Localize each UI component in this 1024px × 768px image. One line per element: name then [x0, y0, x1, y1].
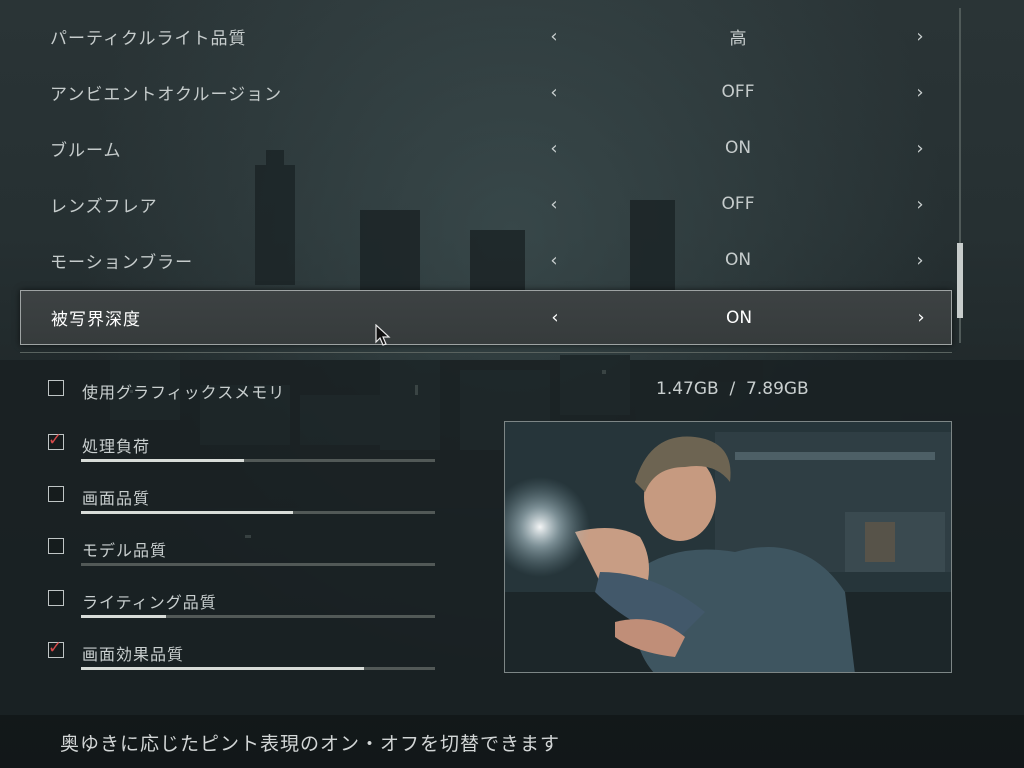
load-bar-fill: [81, 511, 294, 514]
game-options-screen: パーティクルライト品質 ‹ 高 › アンビエントオクルージョン ‹ OFF › …: [0, 0, 1024, 768]
chevron-left-icon[interactable]: ‹: [545, 307, 565, 328]
setting-label: 被写界深度: [51, 310, 141, 330]
screen-quality-checkbox[interactable]: [48, 486, 64, 502]
chevron-left-icon[interactable]: ‹: [544, 250, 564, 271]
load-bar: [81, 511, 435, 514]
setting-value: OFF: [721, 194, 755, 214]
help-description: 奥ゆきに応じたピント表現のオン・オフを切替できます: [60, 733, 561, 755]
setting-value: ON: [724, 138, 752, 158]
load-item-screen-quality: 画面品質: [48, 484, 438, 524]
chevron-left-icon[interactable]: ‹: [544, 82, 564, 103]
setting-label: ブルーム: [50, 140, 122, 161]
chevron-left-icon[interactable]: ‹: [544, 194, 564, 215]
mouse-cursor-icon: [375, 324, 391, 346]
load-bar: [81, 615, 435, 618]
graphics-memory-row: 使用グラフィックスメモリ 1.47GB / 7.89GB: [48, 378, 848, 402]
chevron-right-icon[interactable]: ›: [910, 138, 930, 159]
model-quality-checkbox[interactable]: [48, 538, 64, 554]
screen-effect-quality-checkbox[interactable]: ✓: [48, 638, 64, 658]
load-item-label: ライティング品質: [82, 593, 217, 612]
chevron-right-icon[interactable]: ›: [911, 307, 931, 328]
lighting-quality-checkbox[interactable]: [48, 590, 64, 606]
load-bar-fill: [81, 459, 244, 462]
setting-row-ambient-occlusion[interactable]: アンビエントオクルージョン ‹ OFF ›: [20, 64, 952, 120]
setting-label: レンズフレア: [50, 196, 158, 217]
setting-value: ON: [724, 250, 752, 270]
setting-label: アンビエントオクルージョン: [50, 84, 283, 105]
preview-image: [504, 421, 952, 673]
load-bar: [81, 459, 435, 462]
load-item-label: 処理負荷: [82, 437, 151, 456]
chevron-right-icon[interactable]: ›: [910, 82, 930, 103]
setting-row-motion-blur[interactable]: モーションブラー ‹ ON ›: [20, 232, 952, 288]
graphics-settings-list: パーティクルライト品質 ‹ 高 › アンビエントオクルージョン ‹ OFF › …: [20, 8, 952, 345]
section-divider: [20, 352, 952, 353]
chevron-left-icon[interactable]: ‹: [544, 138, 564, 159]
vram-checkbox[interactable]: [48, 380, 64, 396]
load-bar-fill: [81, 667, 365, 670]
chevron-right-icon[interactable]: ›: [910, 26, 930, 47]
character-preview-illustration: [505, 422, 951, 672]
setting-value: 高: [729, 28, 747, 49]
load-item-model-quality: モデル品質: [48, 536, 438, 576]
vram-value: 1.47GB / 7.89GB: [656, 379, 809, 399]
check-icon: ✓: [48, 430, 63, 450]
setting-row-particle-light-quality[interactable]: パーティクルライト品質 ‹ 高 ›: [20, 8, 952, 64]
setting-label: パーティクルライト品質: [50, 28, 247, 49]
load-bar: [81, 667, 435, 670]
load-item-lighting-quality: ライティング品質: [48, 588, 438, 628]
setting-value: ON: [725, 307, 753, 328]
setting-row-bloom[interactable]: ブルーム ‹ ON ›: [20, 120, 952, 176]
chevron-left-icon[interactable]: ‹: [544, 26, 564, 47]
load-item-processing-load: ✓ 処理負荷: [48, 430, 438, 472]
load-bar: [81, 563, 435, 566]
setting-value: OFF: [721, 82, 755, 102]
load-item-label: 画面効果品質: [82, 645, 185, 664]
setting-row-lens-flare[interactable]: レンズフレア ‹ OFF ›: [20, 176, 952, 232]
load-item-screen-effect-quality: ✓ 画面効果品質: [48, 638, 438, 680]
scrollbar-thumb[interactable]: [957, 243, 963, 318]
vram-label: 使用グラフィックスメモリ: [82, 383, 286, 402]
check-icon: ✓: [48, 638, 63, 658]
processing-load-checkbox[interactable]: ✓: [48, 430, 64, 450]
load-item-label: モデル品質: [82, 541, 168, 560]
setting-row-depth-of-field[interactable]: 被写界深度 ‹ ON ›: [20, 290, 952, 345]
load-bar-fill: [81, 615, 166, 618]
setting-label: モーションブラー: [50, 252, 194, 273]
chevron-right-icon[interactable]: ›: [910, 250, 930, 271]
help-bar: 奥ゆきに応じたピント表現のオン・オフを切替できます: [0, 715, 1024, 768]
chevron-right-icon[interactable]: ›: [910, 194, 930, 215]
load-item-label: 画面品質: [82, 489, 151, 508]
